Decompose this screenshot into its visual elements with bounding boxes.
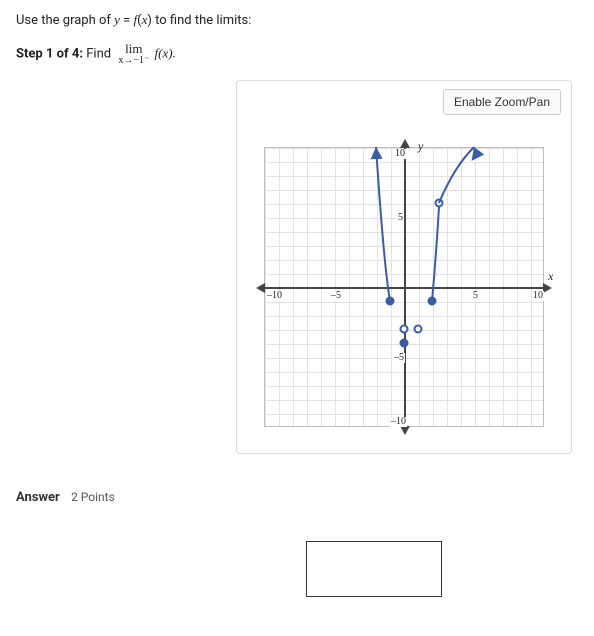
step-find: Find bbox=[86, 47, 111, 62]
graph-panel: Enable Zoom/Pan y x 10 5 –5 –10 –10 –5 5… bbox=[236, 80, 572, 454]
curve-left-arrow-icon bbox=[370, 147, 383, 160]
curve-right-upper bbox=[439, 147, 474, 203]
limit-notation: lim x→−1⁻ bbox=[118, 42, 149, 66]
x-axis-arrow-right bbox=[543, 283, 552, 293]
graph-header: Enable Zoom/Pan bbox=[237, 81, 571, 121]
answer-points: 2 Points bbox=[71, 490, 115, 504]
curve-right-lower bbox=[432, 207, 439, 301]
y-axis-arrow-down bbox=[400, 426, 410, 435]
step-label: Step 1 of 4: bbox=[16, 47, 83, 62]
point-open-0-n3 bbox=[401, 326, 408, 333]
question-text: Use the graph of y = f(x) to find the li… bbox=[16, 13, 251, 28]
graph-body[interactable]: y x 10 5 –5 –10 –10 –5 5 10 bbox=[244, 127, 564, 447]
x-axis-label: x bbox=[548, 269, 553, 284]
graph-curves bbox=[264, 147, 544, 427]
step-fn: f(x). bbox=[154, 46, 175, 61]
point-closed-n1-n1 bbox=[387, 298, 394, 305]
enable-zoom-pan-button[interactable]: Enable Zoom/Pan bbox=[443, 89, 561, 115]
answer-row: Answer 2 Points bbox=[16, 490, 578, 505]
curve-left bbox=[376, 147, 390, 301]
step-line: Step 1 of 4: Find lim x→−1⁻ f(x). bbox=[16, 42, 578, 66]
answer-label: Answer bbox=[16, 490, 60, 505]
point-open-1-n3 bbox=[415, 326, 422, 333]
point-closed-0-n4 bbox=[401, 340, 408, 347]
answer-input[interactable] bbox=[306, 541, 442, 597]
